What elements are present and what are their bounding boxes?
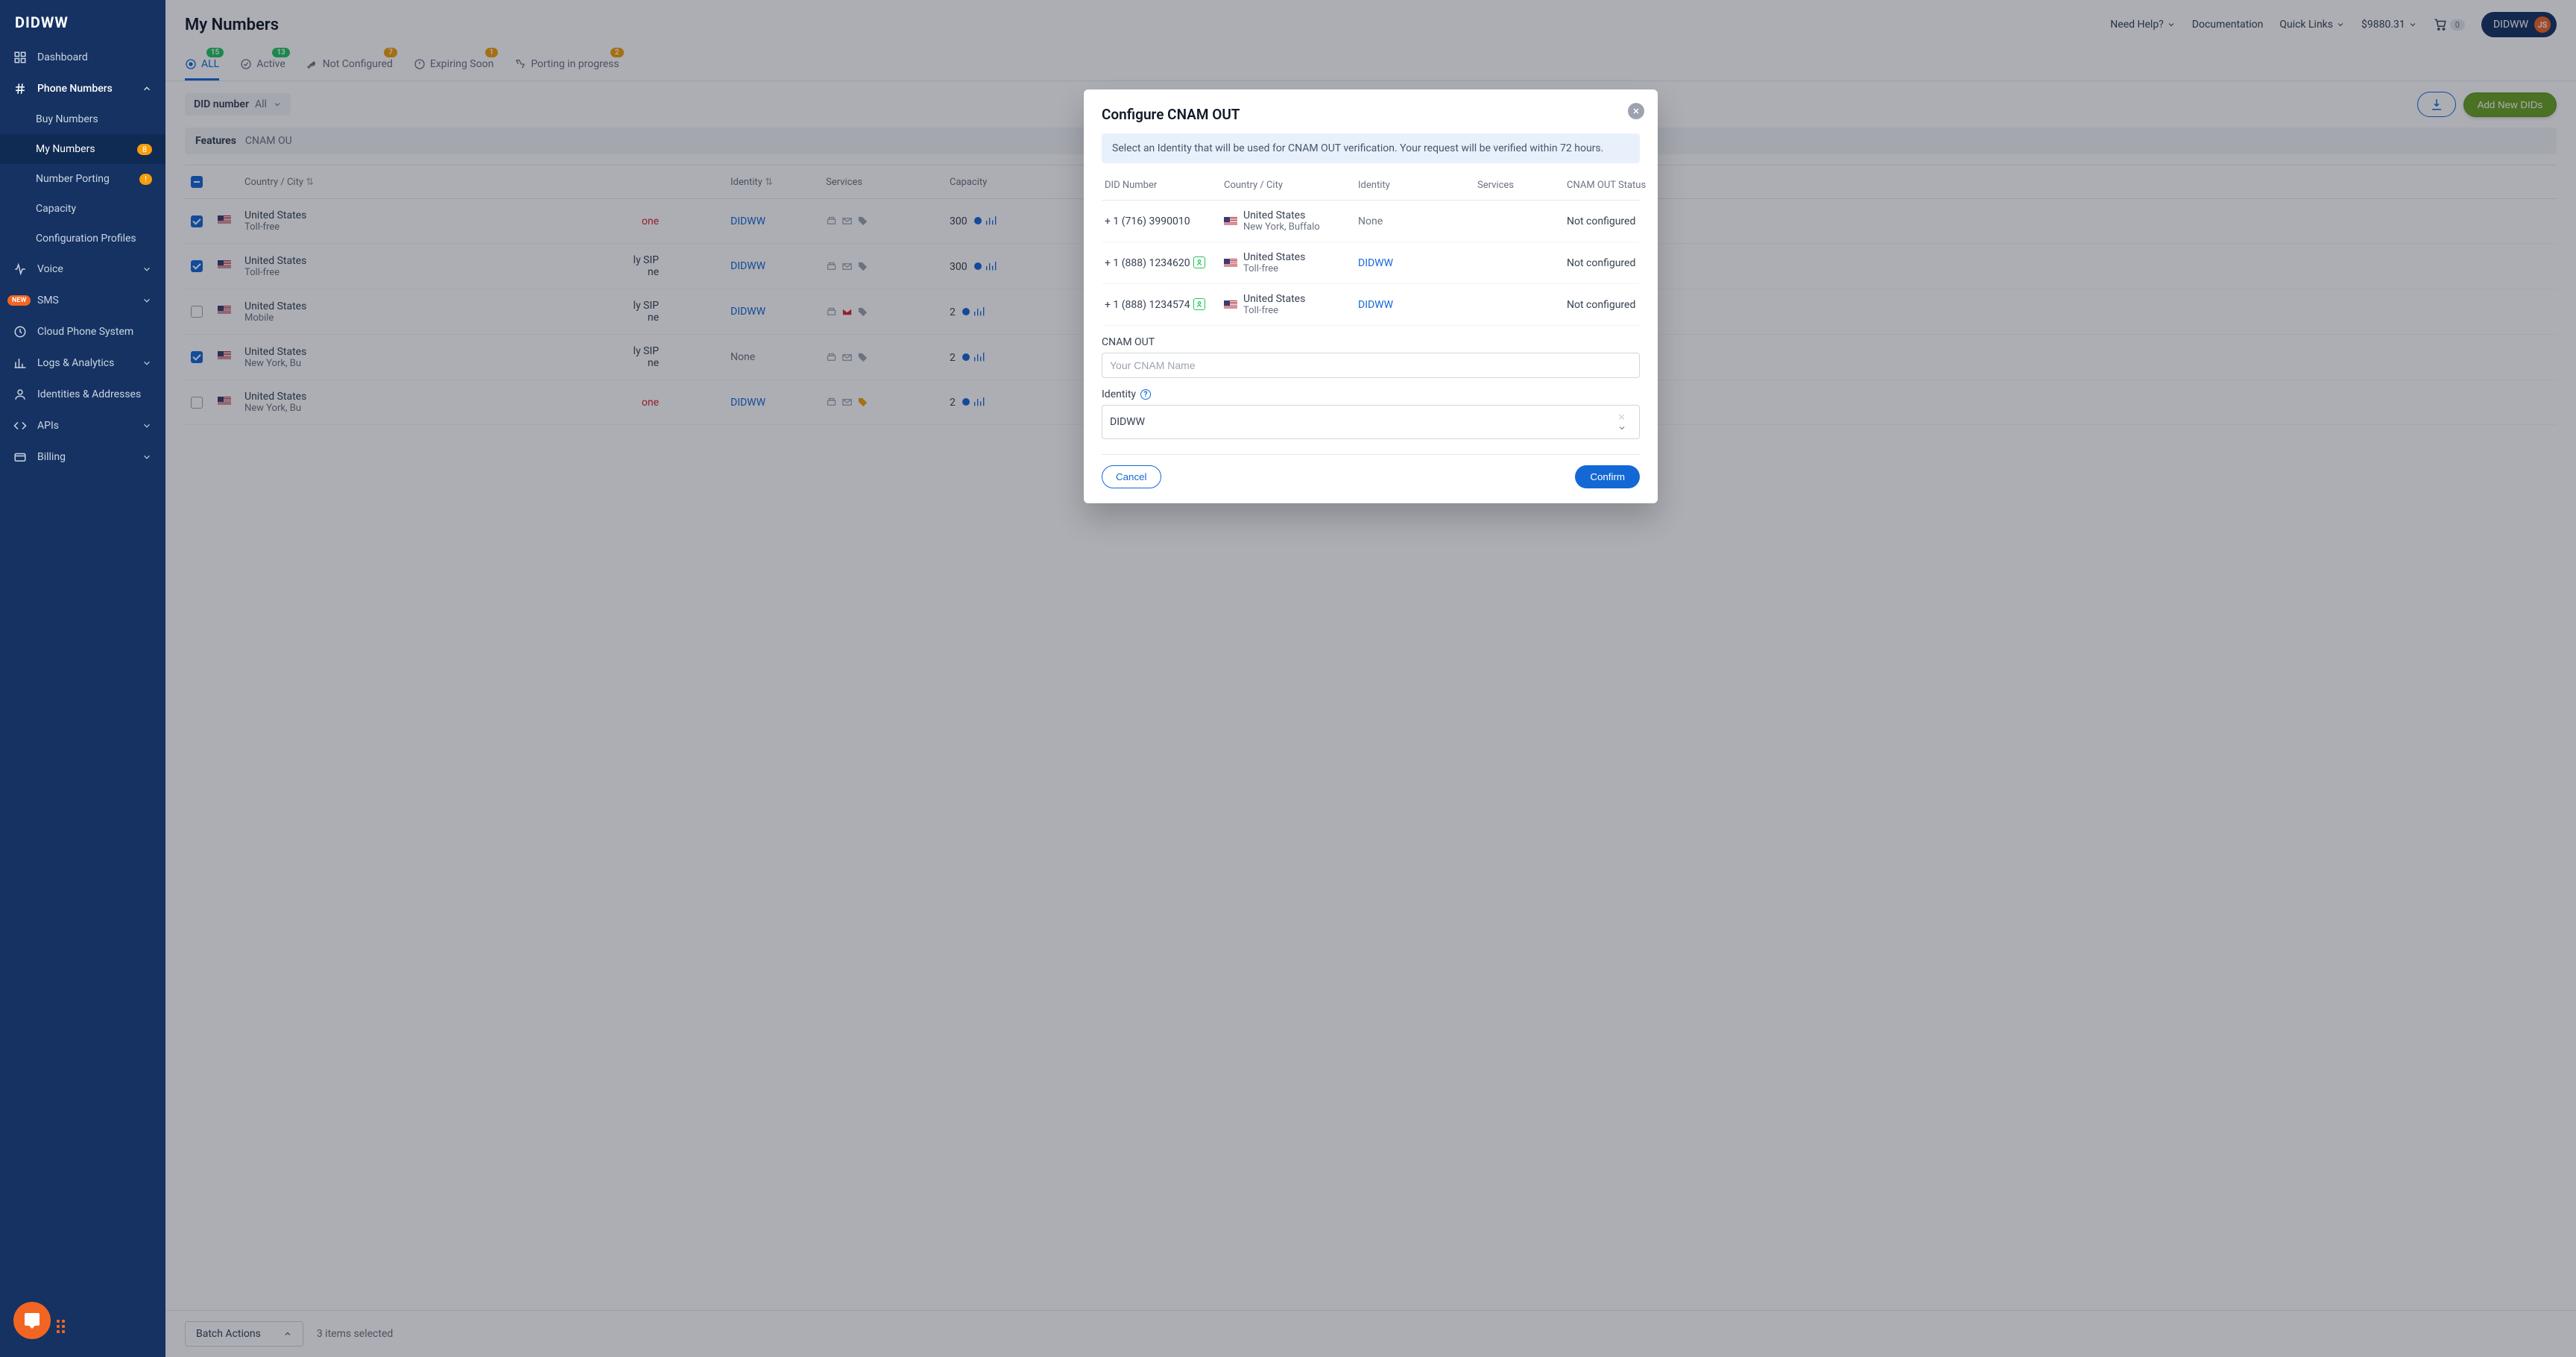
flag-us-icon xyxy=(1224,259,1237,268)
sidebar: DIDWW Dashboard Phone Numbers Buy Number… xyxy=(0,0,165,1357)
nav-sub-label: Number Porting xyxy=(36,173,110,185)
chevron-down-icon xyxy=(142,421,152,431)
brand-logo[interactable]: DIDWW xyxy=(0,0,165,42)
nav-dashboard[interactable]: Dashboard xyxy=(0,42,165,73)
mcol-identity: Identity xyxy=(1358,180,1470,191)
status-cell: Not configured xyxy=(1567,215,1664,227)
bar-chart-icon xyxy=(13,356,27,370)
status-cell: Not configured xyxy=(1567,257,1664,269)
country-cell: United StatesToll-free xyxy=(1224,293,1351,316)
nav-label: Voice xyxy=(37,263,63,275)
close-button[interactable] xyxy=(1628,103,1644,119)
cnam-out-input[interactable] xyxy=(1102,353,1640,378)
modal-title: Configure CNAM OUT xyxy=(1102,106,1640,123)
nav-phone-numbers[interactable]: Phone Numbers xyxy=(0,73,165,104)
new-badge: NEW xyxy=(7,295,31,306)
chevron-down-icon xyxy=(142,295,152,306)
wallet-icon xyxy=(13,450,27,464)
nav-sub-label: Capacity xyxy=(36,203,76,215)
mcol-did: DID Number xyxy=(1105,180,1216,191)
nav-label: APIs xyxy=(37,420,59,432)
chevron-down-icon xyxy=(142,358,152,368)
drag-handle-icon[interactable] xyxy=(57,1320,65,1333)
info-message: Select an Identity that will be used for… xyxy=(1102,133,1640,163)
nav-sub-config-profiles[interactable]: Configuration Profiles xyxy=(0,224,165,254)
nav-sub-buy[interactable]: Buy Numbers xyxy=(0,104,165,134)
grid-icon xyxy=(13,51,27,64)
nav-sub-label: My Numbers xyxy=(36,143,95,155)
nav-billing[interactable]: Billing xyxy=(0,441,165,473)
nav-voice[interactable]: Voice xyxy=(0,254,165,285)
nav-label: SMS xyxy=(37,295,59,306)
chevron-down-icon xyxy=(1617,424,1626,432)
flag-us-icon xyxy=(1224,300,1237,309)
flag-us-icon xyxy=(1224,217,1237,226)
modal-overlay[interactable]: Configure CNAM OUT Select an Identity th… xyxy=(165,0,2576,1357)
field-label: Identity xyxy=(1102,388,1136,400)
identity-cell[interactable]: DIDWW xyxy=(1358,257,1470,269)
nav-label: Identities & Addresses xyxy=(37,388,141,400)
nav-label: Phone Numbers xyxy=(37,83,113,95)
confirm-button[interactable]: Confirm xyxy=(1575,465,1640,488)
clock-icon xyxy=(13,325,27,339)
nav-apis[interactable]: APIs xyxy=(0,410,165,441)
mcol-country: Country / City xyxy=(1224,180,1351,191)
nav-sms[interactable]: NEW SMS xyxy=(0,285,165,316)
identity-select[interactable]: DIDWW ✕ xyxy=(1102,405,1640,439)
status-cell: Not configured xyxy=(1567,299,1664,311)
code-icon xyxy=(13,419,27,432)
nav-logs[interactable]: Logs & Analytics xyxy=(0,347,165,379)
select-value: DIDWW xyxy=(1110,416,1145,428)
modal-row: + 1 (888) 1234620 United StatesToll-free… xyxy=(1102,242,1640,284)
nav-label: Dashboard xyxy=(37,51,88,63)
chevron-down-icon xyxy=(142,264,152,274)
nav-sub-capacity[interactable]: Capacity xyxy=(0,194,165,224)
mcol-status: CNAM OUT Status xyxy=(1567,180,1664,191)
clear-icon[interactable]: ✕ xyxy=(1617,412,1626,424)
country-cell: United StatesToll-free xyxy=(1224,251,1351,274)
id-badge-icon xyxy=(1193,298,1205,310)
did-cell: + 1 (888) 1234574 xyxy=(1105,298,1216,311)
cancel-button[interactable]: Cancel xyxy=(1102,465,1161,488)
chevron-down-icon xyxy=(142,452,152,462)
nav-sub-label: Configuration Profiles xyxy=(36,233,136,245)
modal-row: + 1 (716) 3990010 United StatesNew York,… xyxy=(1102,201,1640,242)
did-cell: + 1 (888) 1234620 xyxy=(1105,256,1216,269)
id-badge-icon xyxy=(1193,256,1205,268)
nav-label: Billing xyxy=(37,451,66,463)
identity-label: Identity ? xyxy=(1102,388,1640,400)
alert-badge: ! xyxy=(139,174,152,185)
hash-icon xyxy=(13,82,27,95)
main-content: My Numbers Need Help? Documentation Quic… xyxy=(165,0,2576,1357)
nav-sub-label: Buy Numbers xyxy=(36,113,98,125)
help-icon[interactable]: ? xyxy=(1140,389,1151,400)
nav-sub-my-numbers[interactable]: My Numbers 8 xyxy=(0,134,165,164)
nav-label: Cloud Phone System xyxy=(37,326,133,338)
did-cell: + 1 (716) 3990010 xyxy=(1105,215,1216,227)
count-badge: 8 xyxy=(137,144,152,155)
nav-label: Logs & Analytics xyxy=(37,357,114,369)
voice-icon xyxy=(13,262,27,276)
chat-button[interactable] xyxy=(13,1302,51,1339)
close-icon xyxy=(1632,107,1641,116)
chevron-up-icon xyxy=(142,84,152,94)
nav-cloud-phone[interactable]: Cloud Phone System xyxy=(0,316,165,347)
identity-cell[interactable]: DIDWW xyxy=(1358,299,1470,311)
user-icon xyxy=(13,388,27,401)
configure-cnam-modal: Configure CNAM OUT Select an Identity th… xyxy=(1084,89,1658,503)
country-cell: United StatesNew York, Buffalo xyxy=(1224,210,1351,233)
mcol-services: Services xyxy=(1477,180,1559,191)
identity-cell: None xyxy=(1358,215,1470,227)
nav-sub-porting[interactable]: Number Porting ! xyxy=(0,164,165,194)
nav-identities[interactable]: Identities & Addresses xyxy=(0,379,165,410)
cnam-out-label: CNAM OUT xyxy=(1102,336,1640,348)
modal-row: + 1 (888) 1234574 United StatesToll-free… xyxy=(1102,284,1640,326)
